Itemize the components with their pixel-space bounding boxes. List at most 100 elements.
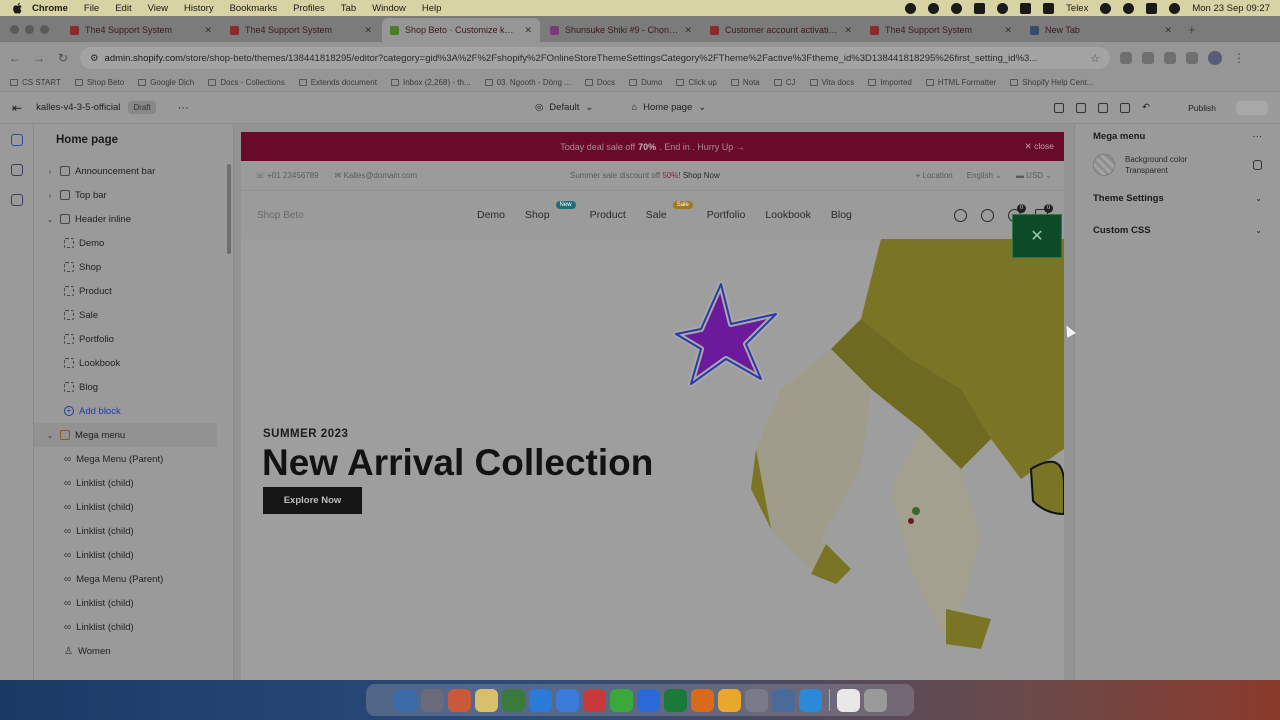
search-icon[interactable] xyxy=(954,208,967,222)
menu-tab[interactable]: Tab xyxy=(341,3,356,14)
store-nav-item[interactable]: Shop New xyxy=(525,201,576,221)
section-item[interactable]: › Announcement bar xyxy=(34,159,233,183)
chevron-down-icon[interactable]: ⌄ xyxy=(44,431,56,440)
dynamic-source-icon[interactable] xyxy=(1253,160,1262,170)
preset-selector[interactable]: ◎ Default ⌄ xyxy=(535,102,593,113)
sketch-icon[interactable] xyxy=(717,688,741,712)
zalo-alt-icon[interactable] xyxy=(798,688,822,712)
profile-avatar[interactable] xyxy=(1208,51,1222,65)
color-swatch[interactable] xyxy=(1093,154,1115,176)
finder-icon[interactable] xyxy=(393,688,417,712)
block-item[interactable]: ∞ Linklist (child) xyxy=(34,471,233,495)
exit-editor-icon[interactable]: ⇤ xyxy=(12,101,22,115)
app-embeds-icon[interactable] xyxy=(11,194,23,206)
search-icon[interactable] xyxy=(1123,2,1135,14)
language-selector[interactable]: English ⌄ xyxy=(967,171,1002,181)
bookmark-item[interactable]: Shop Beto xyxy=(74,78,124,87)
store-nav-item[interactable]: Blog xyxy=(831,209,852,221)
desktop-preview-icon[interactable] xyxy=(1076,102,1087,113)
bluetooth-icon[interactable] xyxy=(1020,2,1032,14)
close-tab-icon[interactable]: ✕ xyxy=(684,25,692,36)
notes-icon[interactable] xyxy=(474,688,498,712)
zalo-icon[interactable] xyxy=(555,688,579,712)
section-item-selected[interactable]: ⌄ Mega menu xyxy=(34,423,217,447)
vi-input-icon[interactable] xyxy=(1043,2,1055,14)
menu-history[interactable]: History xyxy=(184,3,214,14)
more-options-icon[interactable]: ··· xyxy=(1253,131,1263,142)
moon-icon[interactable] xyxy=(905,2,917,14)
block-item[interactable]: Demo xyxy=(34,231,233,255)
app-tools-widget[interactable]: ✕ xyxy=(1012,214,1062,258)
block-item[interactable]: Shop xyxy=(34,255,233,279)
chrome-alt-icon[interactable] xyxy=(582,688,606,712)
extension-icon[interactable] xyxy=(1164,52,1176,64)
address-bar[interactable]: ⚙ admin.shopify.com/store/shop-beto/them… xyxy=(80,47,1110,69)
menu-bookmarks[interactable]: Bookmarks xyxy=(230,3,278,14)
browser-tab[interactable]: The4 Support System ✕ xyxy=(862,18,1020,42)
excel-icon[interactable] xyxy=(663,688,687,712)
sections-icon[interactable] xyxy=(11,134,23,146)
browser-tab[interactable]: The4 Support System ✕ xyxy=(222,18,380,42)
bookmark-star-icon[interactable]: ☆ xyxy=(1090,52,1100,65)
close-tab-icon[interactable]: ✕ xyxy=(844,25,852,36)
mobile-preview-icon[interactable] xyxy=(1098,102,1109,113)
notes-alt-icon[interactable] xyxy=(836,688,860,712)
bookmark-item[interactable]: Vita docs xyxy=(809,78,854,87)
block-item[interactable]: Lookbook xyxy=(34,351,233,375)
site-info-icon[interactable]: ⚙ xyxy=(90,53,99,64)
bookmark-item[interactable]: Nota xyxy=(730,78,760,87)
chevron-right-icon[interactable]: › xyxy=(44,191,56,200)
block-item[interactable]: ♙ Women xyxy=(34,639,233,663)
gear-icon[interactable] xyxy=(951,2,963,14)
undo-icon[interactable]: ↶ xyxy=(1142,102,1150,113)
forward-button[interactable]: → xyxy=(32,51,46,65)
block-item[interactable]: ∞ Linklist (child) xyxy=(34,591,233,615)
page-selector[interactable]: ⌂ Home page ⌄ xyxy=(631,102,706,113)
files-icon[interactable] xyxy=(771,688,795,712)
control-center-icon[interactable] xyxy=(1146,2,1158,14)
headphones-icon[interactable] xyxy=(997,2,1009,14)
account-icon[interactable] xyxy=(981,208,994,222)
browser-tab[interactable]: Shunsuke Shiki #9 - Chọn tra ✕ xyxy=(542,18,700,42)
publish-button[interactable]: Publish xyxy=(1180,99,1224,117)
menu-profiles[interactable]: Profiles xyxy=(293,3,325,14)
zoom-window-button[interactable] xyxy=(40,25,49,34)
chatgpt-icon[interactable] xyxy=(928,2,940,14)
block-item[interactable]: ∞ Mega Menu (Parent) xyxy=(34,567,233,591)
announcement-close[interactable]: ✕ close xyxy=(1025,141,1054,152)
store-nav-item[interactable]: Lookbook xyxy=(765,209,811,221)
store-logo[interactable]: Shop Beto xyxy=(257,210,304,221)
menu-help[interactable]: Help xyxy=(422,3,442,14)
block-item[interactable]: ∞ Linklist (child) xyxy=(34,519,233,543)
explore-now-button[interactable]: Explore Now xyxy=(263,487,362,514)
sublime-icon[interactable] xyxy=(690,688,714,712)
block-item[interactable]: ∞ Mega Menu (Parent) xyxy=(34,447,233,471)
chrome-icon[interactable] xyxy=(501,688,525,712)
theme-actions-icon[interactable]: ··· xyxy=(178,102,189,114)
block-item[interactable]: Product xyxy=(34,279,233,303)
save-button[interactable] xyxy=(1236,100,1268,115)
location-selector[interactable]: ⌖ Location xyxy=(916,171,953,181)
theme-settings-accordion[interactable]: Theme Settings ⌄ xyxy=(1075,182,1280,214)
wifi-icon[interactable] xyxy=(1100,2,1112,14)
minimize-window-button[interactable] xyxy=(25,25,34,34)
inspector-icon[interactable] xyxy=(1054,102,1065,113)
chevron-down-icon[interactable]: ⌄ xyxy=(44,215,56,224)
bookmark-item[interactable]: Click up xyxy=(676,78,717,87)
store-nav-item[interactable]: Product xyxy=(590,209,626,221)
trash-icon[interactable] xyxy=(863,688,887,712)
background-color-setting[interactable]: Background color Transparent xyxy=(1075,148,1280,182)
bookmark-item[interactable]: Inbox (2,268) - th... xyxy=(390,78,471,87)
bookmark-item[interactable]: Dumo xyxy=(629,78,662,87)
close-tab-icon[interactable]: ✕ xyxy=(1004,25,1012,36)
extension-icon[interactable] xyxy=(1120,52,1132,64)
menu-clock[interactable]: Mon 23 Sep 09:27 xyxy=(1192,3,1270,14)
add-block-button[interactable]: + Add block xyxy=(34,399,233,423)
announcement-cta[interactable]: . End in . Hurry Up → xyxy=(659,142,745,152)
menu-app-name[interactable]: Chrome xyxy=(32,3,68,14)
promo-link[interactable]: Shop Now xyxy=(683,171,720,180)
browser-tab[interactable]: Shop Beto · Customize kalles ✕ xyxy=(382,18,540,42)
block-item[interactable]: Sale xyxy=(34,303,233,327)
settings-icon[interactable] xyxy=(744,688,768,712)
bookmark-item[interactable]: Shopify Help Cent... xyxy=(1010,78,1093,87)
